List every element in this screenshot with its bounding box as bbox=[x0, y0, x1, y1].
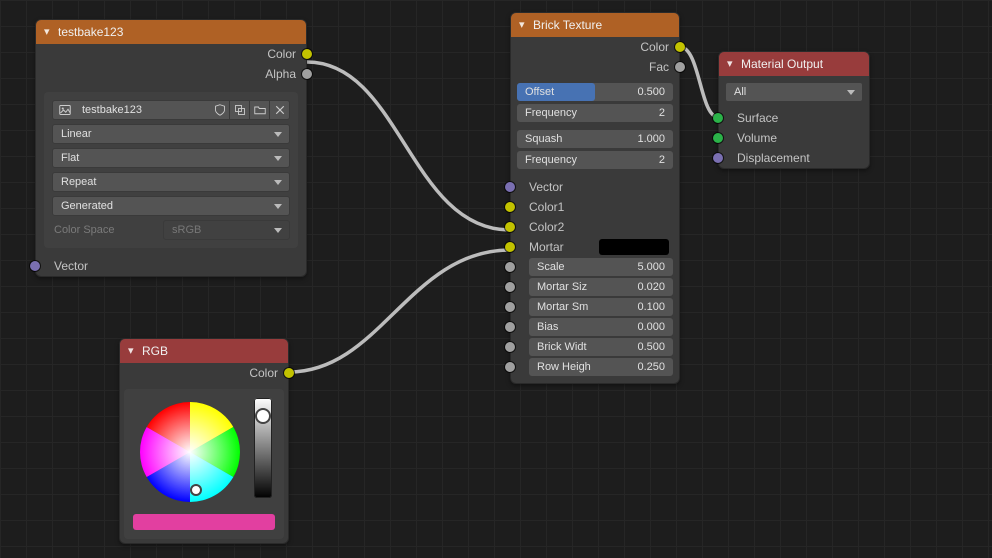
offset-slider[interactable]: Offset 0.500 bbox=[517, 83, 673, 101]
input-surface[interactable]: Surface bbox=[719, 108, 869, 128]
color-swatch[interactable] bbox=[133, 514, 275, 530]
socket-color-out[interactable] bbox=[675, 42, 685, 52]
new-image-button[interactable] bbox=[230, 100, 250, 120]
socket-value-in[interactable] bbox=[505, 282, 515, 292]
node-header[interactable]: RGB bbox=[120, 339, 288, 363]
input-bias[interactable]: Bias0.000 bbox=[511, 317, 679, 337]
socket-value-in[interactable] bbox=[505, 342, 515, 352]
output-fac[interactable]: Fac bbox=[511, 57, 679, 77]
socket-vector-in[interactable] bbox=[505, 182, 515, 192]
bias-slider[interactable]: Bias0.000 bbox=[529, 318, 673, 336]
input-color1[interactable]: Color1 bbox=[511, 197, 679, 217]
value-slider[interactable] bbox=[254, 398, 272, 498]
squash-slider[interactable]: Squash 1.000 bbox=[517, 130, 673, 148]
socket-alpha-out[interactable] bbox=[302, 69, 312, 79]
value-slider-handle[interactable] bbox=[257, 410, 269, 422]
input-mortar[interactable]: Mortar bbox=[511, 237, 679, 257]
folder-icon bbox=[254, 104, 266, 116]
socket-color-out[interactable] bbox=[302, 49, 312, 59]
mortar-siz-slider[interactable]: Mortar Siz0.020 bbox=[529, 278, 673, 296]
offset-frequency-field[interactable]: Frequency 2 bbox=[517, 104, 673, 122]
fake-user-button[interactable] bbox=[210, 100, 230, 120]
extension-dropdown[interactable]: Repeat bbox=[52, 172, 290, 192]
mortar-sm-slider[interactable]: Mortar Sm0.100 bbox=[529, 298, 673, 316]
brick-widt-slider[interactable]: Brick Widt0.500 bbox=[529, 338, 673, 356]
color-space-label: Color Space bbox=[52, 224, 157, 236]
socket-color-out[interactable] bbox=[284, 368, 294, 378]
input-scale[interactable]: Scale5.000 bbox=[511, 257, 679, 277]
output-color[interactable]: Color bbox=[120, 363, 288, 383]
image-panel: testbake123 Linear Flat Repeat Generated… bbox=[44, 92, 298, 248]
input-row-heigh[interactable]: Row Heigh0.250 bbox=[511, 357, 679, 377]
interpolation-dropdown[interactable]: Linear bbox=[52, 124, 290, 144]
image-browse-button[interactable] bbox=[52, 100, 76, 120]
socket-color2-in[interactable] bbox=[505, 222, 515, 232]
open-image-button[interactable] bbox=[250, 100, 270, 120]
output-color[interactable]: Color bbox=[511, 37, 679, 57]
node-title: Material Output bbox=[741, 57, 823, 71]
socket-value-in[interactable] bbox=[505, 302, 515, 312]
socket-surface-in[interactable] bbox=[713, 113, 723, 123]
input-volume[interactable]: Volume bbox=[719, 128, 869, 148]
shield-icon bbox=[214, 104, 226, 116]
texcoord-dropdown[interactable]: Generated bbox=[52, 196, 290, 216]
output-alpha[interactable]: Alpha bbox=[36, 64, 306, 84]
color-wheel-handle[interactable] bbox=[191, 485, 201, 495]
input-brick-widt[interactable]: Brick Widt0.500 bbox=[511, 337, 679, 357]
close-icon bbox=[274, 104, 286, 116]
node-title: RGB bbox=[142, 344, 168, 358]
socket-color1-in[interactable] bbox=[505, 202, 515, 212]
mortar-color-swatch[interactable] bbox=[599, 239, 669, 255]
input-displacement[interactable]: Displacement bbox=[719, 148, 869, 168]
node-header[interactable]: Material Output bbox=[719, 52, 869, 76]
socket-value-in[interactable] bbox=[505, 262, 515, 272]
node-material-output[interactable]: Material Output All Surface Volume Displ… bbox=[718, 51, 870, 169]
projection-dropdown[interactable]: Flat bbox=[52, 148, 290, 168]
scale-slider[interactable]: Scale5.000 bbox=[529, 258, 673, 276]
socket-value-in[interactable] bbox=[505, 322, 515, 332]
color-wheel[interactable] bbox=[136, 398, 244, 506]
socket-vector-in[interactable] bbox=[30, 261, 40, 271]
output-color[interactable]: Color bbox=[36, 44, 306, 64]
node-rgb[interactable]: RGB Color bbox=[119, 338, 289, 544]
squash-frequency-field[interactable]: Frequency 2 bbox=[517, 151, 673, 169]
image-icon bbox=[59, 104, 71, 116]
socket-mortar-in[interactable] bbox=[505, 242, 515, 252]
row-heigh-slider[interactable]: Row Heigh0.250 bbox=[529, 358, 673, 376]
image-name-field[interactable]: testbake123 bbox=[76, 100, 210, 120]
input-vector[interactable]: Vector bbox=[36, 256, 306, 276]
input-color2[interactable]: Color2 bbox=[511, 217, 679, 237]
target-dropdown[interactable]: All bbox=[725, 82, 863, 102]
node-brick-texture[interactable]: Brick Texture Color Fac Offset 0.500 Fre… bbox=[510, 12, 680, 384]
socket-value-in[interactable] bbox=[505, 362, 515, 372]
node-title: Brick Texture bbox=[533, 18, 602, 32]
socket-volume-in[interactable] bbox=[713, 133, 723, 143]
node-header[interactable]: testbake123 bbox=[36, 20, 306, 44]
unlink-image-button[interactable] bbox=[270, 100, 290, 120]
input-vector[interactable]: Vector bbox=[511, 177, 679, 197]
color-space-dropdown[interactable]: sRGB bbox=[163, 220, 290, 240]
socket-displacement-in[interactable] bbox=[713, 153, 723, 163]
socket-fac-out[interactable] bbox=[675, 62, 685, 72]
copy-icon bbox=[234, 104, 246, 116]
node-title: testbake123 bbox=[58, 25, 123, 39]
color-picker-panel bbox=[124, 389, 284, 539]
node-image-texture[interactable]: testbake123 Color Alpha testbake123 Line… bbox=[35, 19, 307, 277]
node-header[interactable]: Brick Texture bbox=[511, 13, 679, 37]
input-mortar-sm[interactable]: Mortar Sm0.100 bbox=[511, 297, 679, 317]
input-mortar-siz[interactable]: Mortar Siz0.020 bbox=[511, 277, 679, 297]
